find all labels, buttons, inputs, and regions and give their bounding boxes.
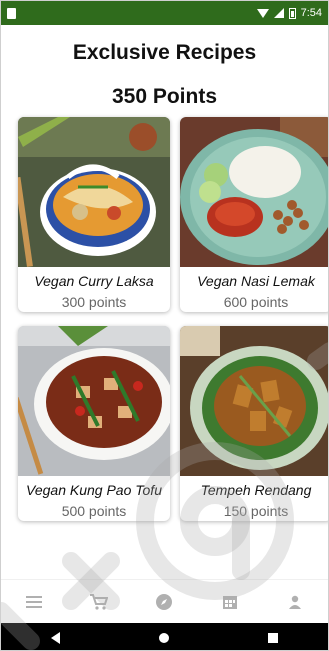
recipe-image-tempeh-rendang (180, 326, 328, 476)
recipe-points: 150 points (223, 503, 289, 519)
calendar-icon[interactable] (218, 590, 242, 614)
wifi-icon (256, 8, 269, 18)
recipe-name: Vegan Nasi Lemak (197, 273, 315, 289)
recipe-card-kung-pao-tofu[interactable]: Vegan Kung Pao Tofu 500 points (18, 326, 170, 521)
status-time: 7:54 (300, 7, 322, 19)
recipe-name: Vegan Kung Pao Tofu (26, 482, 162, 498)
menu-icon[interactable] (22, 590, 46, 614)
system-navigation-bar (1, 623, 328, 650)
recipe-card-nasi-lemak[interactable]: Vegan Nasi Lemak 600 points (180, 117, 328, 312)
profile-icon[interactable] (283, 590, 307, 614)
battery-icon (288, 7, 296, 19)
recipe-points: 300 points (61, 294, 127, 310)
user-points: 350 Points (111, 85, 218, 108)
page-title: Exclusive Recipes (72, 41, 257, 64)
explore-icon[interactable] (152, 590, 176, 614)
sim-card-icon (7, 7, 16, 19)
recipe-points: 600 points (223, 294, 289, 310)
back-icon[interactable] (50, 631, 60, 644)
status-bar: 7:54 (1, 1, 328, 25)
recipe-name: Vegan Curry Laksa (34, 273, 154, 289)
cart-icon[interactable] (87, 590, 111, 614)
recipe-image-kung-pao-tofu (18, 326, 170, 476)
recipe-card-curry-laksa[interactable]: Vegan Curry Laksa 300 points (18, 117, 170, 312)
home-icon[interactable] (158, 632, 169, 643)
recent-apps-icon[interactable] (268, 632, 279, 643)
recipe-image-curry-laksa (18, 117, 170, 267)
bottom-navigation (1, 579, 328, 624)
cell-signal-icon (273, 8, 284, 18)
phone-screen: 7:54 Exclusive Recipes 350 Points Vegan … (0, 0, 329, 651)
recipe-card-tempeh-rendang[interactable]: Tempeh Rendang 150 points (180, 326, 328, 521)
recipe-name: Tempeh Rendang (200, 482, 312, 498)
recipe-image-nasi-lemak (180, 117, 328, 267)
recipe-points: 500 points (61, 503, 127, 519)
